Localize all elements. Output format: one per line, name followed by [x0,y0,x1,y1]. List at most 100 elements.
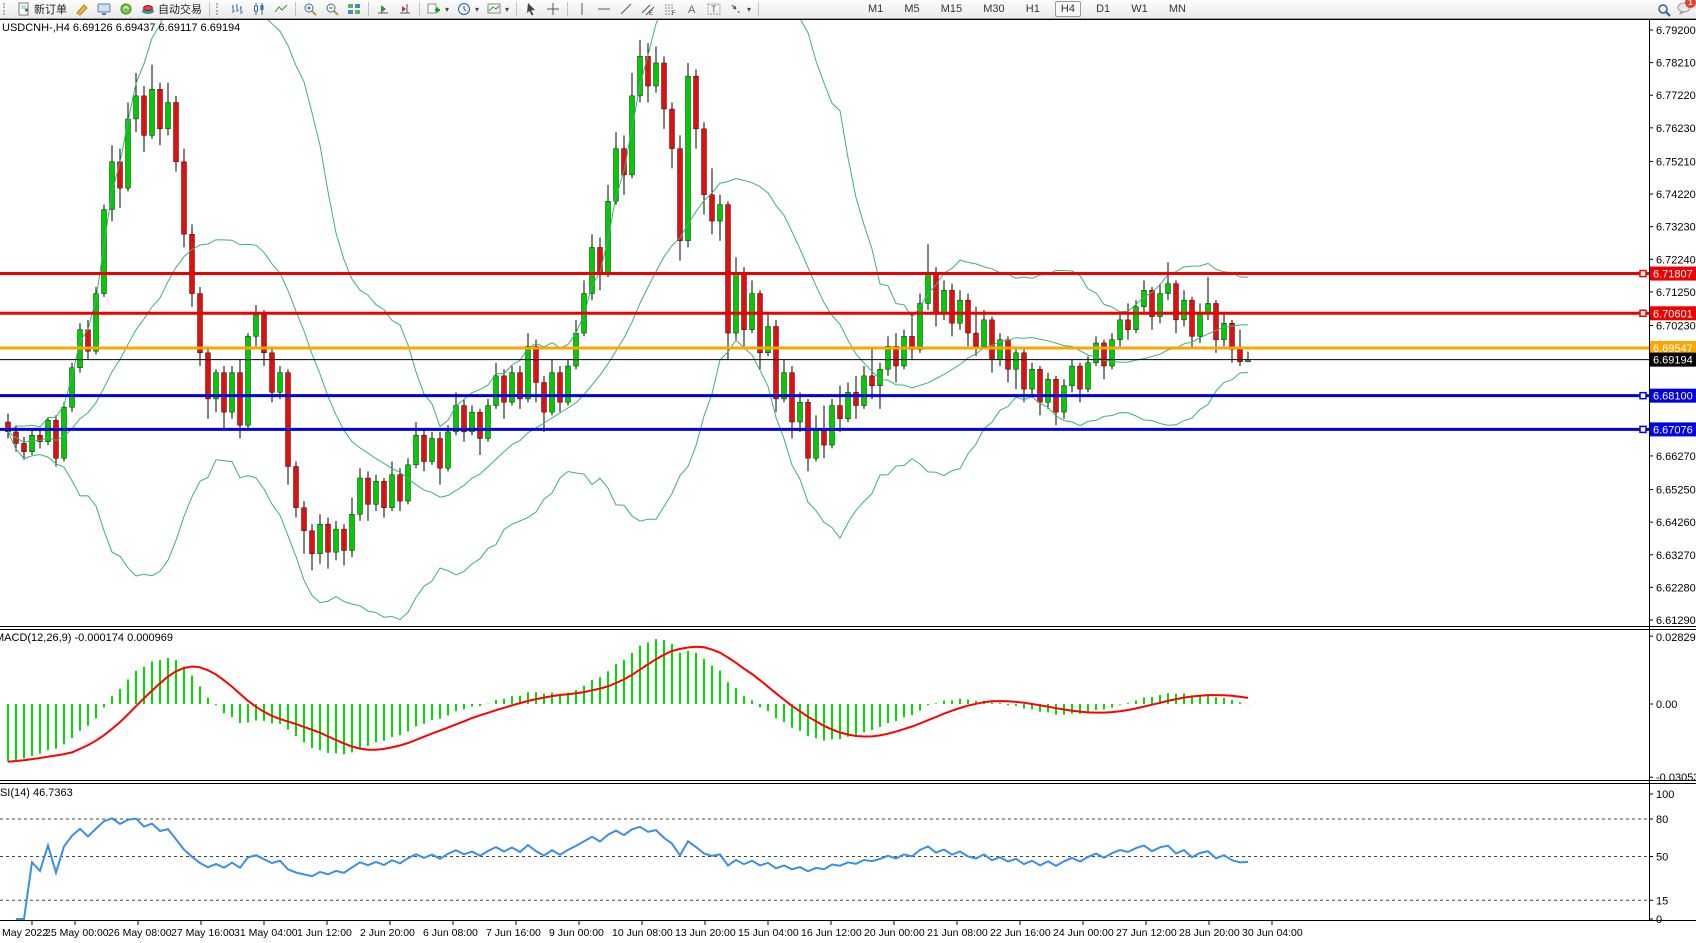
expert-advisor-hat-icon [141,2,155,16]
price-tick-label: 6.65250 [1656,485,1696,497]
timeframe-h4[interactable]: H4 [1055,1,1081,17]
time-axis-label: 10 Jun 08:00 [612,927,673,939]
main-toolbar: 新订单 自动交易 [0,0,1696,19]
svg-text:6.71807: 6.71807 [1653,269,1693,281]
price-tick-label: 6.70230 [1656,320,1696,332]
time-axis-label: 22 Jun 16:00 [990,927,1051,939]
time-axis-label: 25 May 00:00 [45,927,109,939]
toolbar-grip [3,3,10,15]
clock-icon [457,2,471,16]
time-axis-label: 31 May 04:00 [234,927,298,939]
notification-badge: 1 [1685,0,1696,8]
zoom-in-icon [303,2,317,16]
time-axis-label: 27 Jun 12:00 [1116,927,1177,939]
svg-text:100: 100 [1656,789,1674,801]
horizontal-line-tool[interactable] [593,0,615,18]
timeframe-m1[interactable]: M1 [862,1,889,17]
arrows-tool[interactable]: ▾ [725,0,755,18]
template-icon [487,2,501,16]
timeframe-w1[interactable]: W1 [1125,1,1154,17]
timeframe-m5[interactable]: M5 [898,1,925,17]
terminal-button[interactable] [93,0,115,18]
add-indicator-icon [427,2,441,16]
cursor-arrow-icon [524,2,538,16]
vertical-line-tool[interactable] [571,0,593,18]
time-axis-label: 27 May 16:00 [171,927,235,939]
candlestick-icon [252,2,266,16]
mt4-window: 6.718076.706016.695476.681006.670766.691… [0,0,1696,943]
new-order-button[interactable]: 新订单 [13,0,71,18]
auto-scroll-icon [376,2,390,16]
svg-text:6.69194: 6.69194 [1653,355,1693,367]
autotrading-button[interactable]: 自动交易 [137,0,206,18]
time-axis-label: 7 Jun 16:00 [486,927,541,939]
price-tick-label: 6.63270 [1656,550,1696,562]
macd-histogram [8,639,1248,762]
signal-icon [119,2,133,16]
time-axis-label: 2 Jun 20:00 [360,927,415,939]
zoom-out-button[interactable] [321,0,343,18]
price-tick-label: 6.61290 [1656,615,1696,627]
timeframe-m15[interactable]: M15 [935,1,968,17]
tile-windows-button[interactable] [343,0,365,18]
price-tick-label: 6.79200 [1656,25,1696,37]
svg-text:T: T [711,4,717,14]
text-tool[interactable]: A [681,0,703,18]
svg-text:50: 50 [1656,852,1668,864]
indicators-button[interactable]: ▾ [423,0,453,18]
price-tick-label: 6.73230 [1656,222,1696,234]
timeframe-h1[interactable]: H1 [1020,1,1046,17]
templates-button[interactable]: ▾ [483,0,513,18]
macd-signal-line [8,647,1248,762]
time-axis-label: 6 Jun 08:00 [423,927,478,939]
fibonacci-tool[interactable]: F [659,0,681,18]
text-label-tool[interactable]: T [703,0,725,18]
svg-text:-0.030537: -0.030537 [1656,772,1696,784]
signals-button[interactable] [115,0,137,18]
periods-button[interactable]: ▾ [453,0,483,18]
timeframe-mn[interactable]: MN [1163,1,1192,17]
macd-indicator-label: MACD(12,26,9) -0.000174 0.000969 [0,632,173,644]
notifications-button[interactable]: 1 [1677,1,1692,18]
time-axis-label: 1 Jun 12:00 [297,927,352,939]
search-icon[interactable] [1657,3,1671,17]
svg-text:A: A [688,4,696,16]
time-axis-label: 28 Jun 20:00 [1179,927,1240,939]
timeframe-d1[interactable]: D1 [1090,1,1116,17]
equidistant-channel-tool[interactable]: E [637,0,659,18]
time-axis-label: 21 Jun 08:00 [927,927,988,939]
svg-text:15: 15 [1656,895,1668,907]
rsi-line [16,818,1248,919]
crayon-icon [75,2,89,16]
time-axis-label: 30 Jun 04:00 [1242,927,1303,939]
auto-scroll-button[interactable] [372,0,394,18]
timeframe-m30[interactable]: M30 [977,1,1010,17]
candlestick-chart-button[interactable] [248,0,270,18]
time-axis-label: 26 May 08:00 [108,927,172,939]
chart-canvas[interactable]: 6.718076.706016.695476.681006.670766.691… [0,0,1696,943]
trendline-tool[interactable] [615,0,637,18]
bar-chart-button[interactable] [226,0,248,18]
timeframe-toolbar: M1 M5 M15 M30 H1 H4 D1 W1 MN [862,1,1192,17]
svg-text:6.70601: 6.70601 [1653,308,1693,320]
bar-chart-icon [230,2,244,16]
styles-button[interactable] [71,0,93,18]
price-tick-label: 6.76230 [1656,123,1696,135]
svg-text:6.68100: 6.68100 [1653,391,1693,403]
line-chart-icon [274,2,288,16]
candles-layer [6,40,1251,570]
time-axis-label: 15 Jun 04:00 [738,927,799,939]
price-tick-label: 6.64260 [1656,517,1696,529]
svg-text:6.67076: 6.67076 [1653,424,1693,436]
crosshair-button[interactable] [542,0,564,18]
bollinger-band-line [8,0,1248,432]
price-tick-label: 6.71250 [1656,287,1696,299]
price-tick-label: 6.75210 [1656,156,1696,168]
line-chart-button[interactable] [270,0,292,18]
bollinger-band-line [8,340,1248,619]
price-tick-label: 6.74220 [1656,189,1696,201]
chart-title: USDCNH-,H4 6.69126 6.69437 6.69117 6.691… [2,22,240,34]
zoom-in-button[interactable] [299,0,321,18]
chart-shift-button[interactable] [394,0,416,18]
cursor-button[interactable] [520,0,542,18]
